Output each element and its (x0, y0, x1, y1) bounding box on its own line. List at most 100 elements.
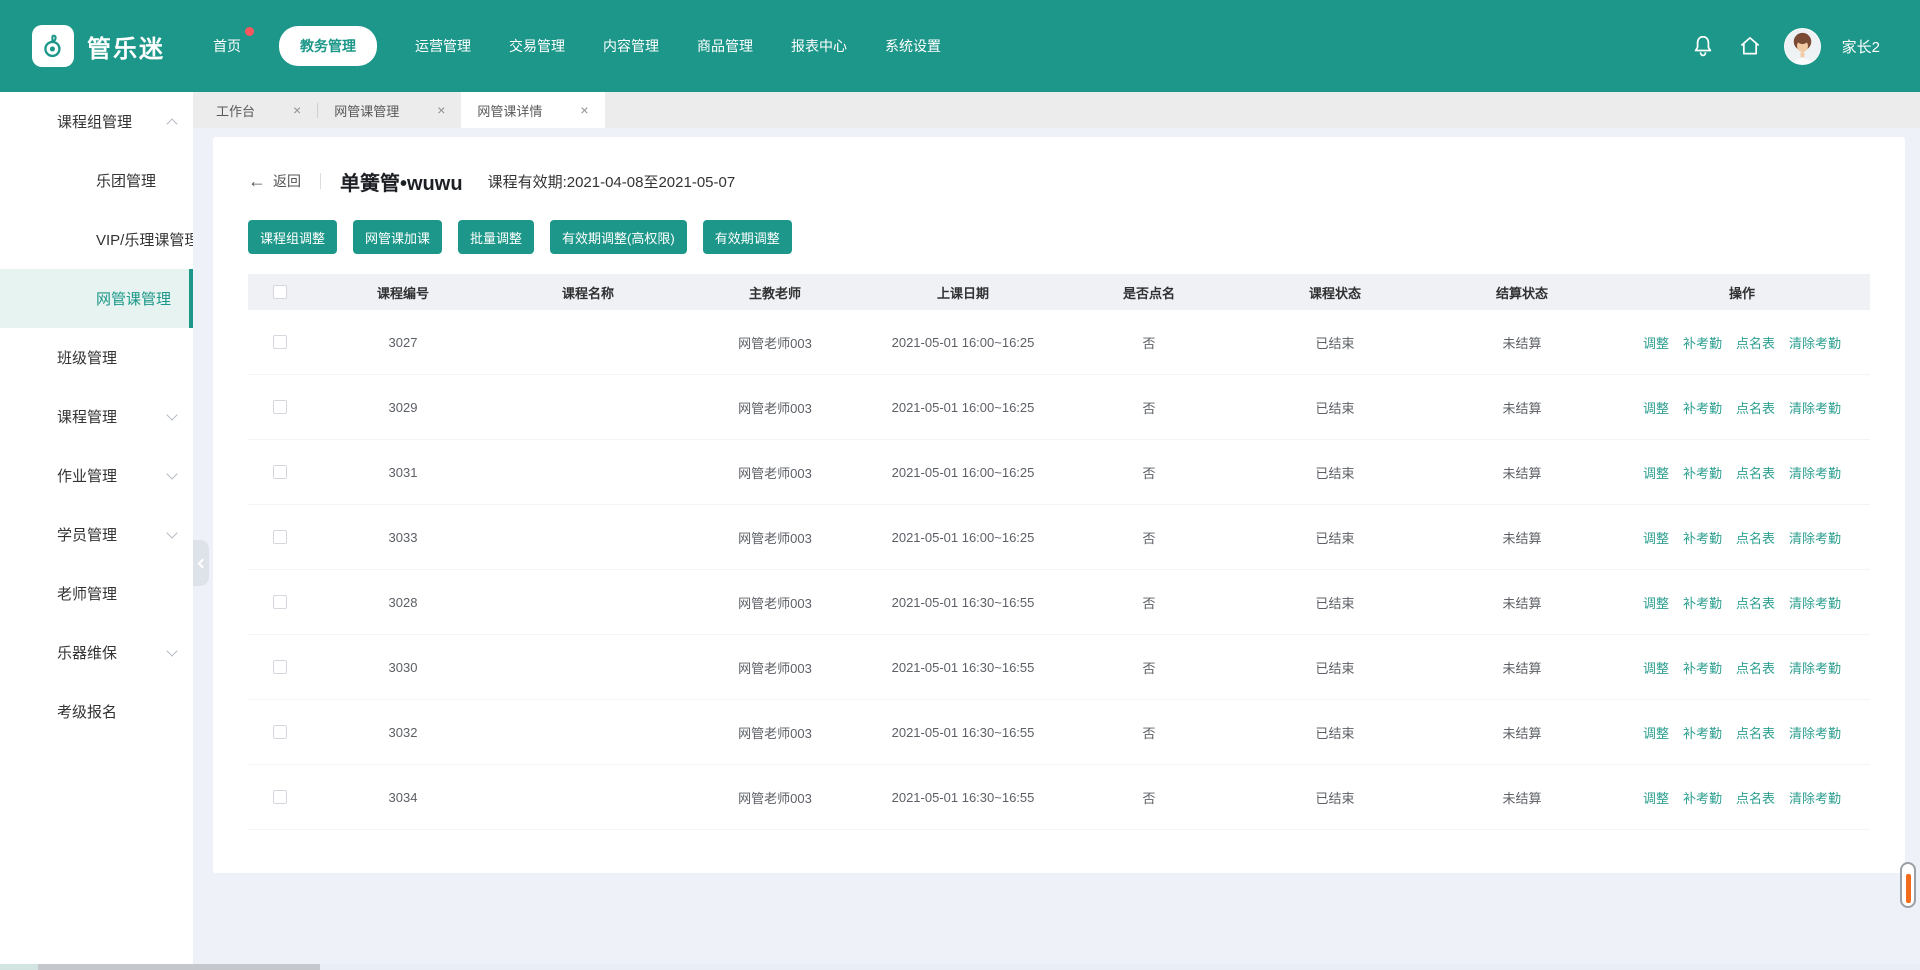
batch-adjust-button[interactable]: 批量调整 (458, 220, 534, 254)
sidebar-item-vip-theory-course-management[interactable]: VIP/乐理课管理 (0, 210, 193, 269)
tab-online-course-management[interactable]: 网管课管理× (318, 92, 461, 128)
sidebar-item-class-management[interactable]: 班级管理 (0, 328, 193, 387)
action-clear-attendance[interactable]: 清除考勤 (1789, 658, 1841, 677)
cell-rollcall: 否 (1058, 333, 1240, 352)
row-checkbox[interactable] (273, 660, 287, 674)
tab-workbench[interactable]: 工作台× (200, 92, 317, 128)
cell-date: 2021-05-01 16:30~16:55 (868, 790, 1058, 805)
tab-online-course-detail[interactable]: 网管课详情× (461, 92, 604, 128)
action-makeup-attendance[interactable]: 补考勤 (1683, 788, 1722, 807)
table-row: 3032网管老师0032021-05-01 16:30~16:55否已结束未结算… (248, 700, 1870, 765)
home-icon[interactable] (1737, 33, 1763, 59)
action-rollcall-sheet[interactable]: 点名表 (1736, 528, 1775, 547)
card-header: ← 返回 单簧管•wuwu 课程有效期:2021-04-08至2021-05-0… (248, 167, 1870, 195)
row-checkbox[interactable] (273, 595, 287, 609)
action-makeup-attendance[interactable]: 补考勤 (1683, 593, 1722, 612)
action-rollcall-sheet[interactable]: 点名表 (1736, 658, 1775, 677)
course-group-adjust-button[interactable]: 课程组调整 (248, 220, 337, 254)
action-makeup-attendance[interactable]: 补考勤 (1683, 333, 1722, 352)
bell-icon[interactable] (1690, 33, 1716, 59)
action-adjust[interactable]: 调整 (1643, 658, 1669, 677)
tab-bar: 工作台×网管课管理×网管课详情× (193, 92, 1920, 128)
vertical-scrollbar-thumb[interactable] (1900, 862, 1916, 908)
horizontal-scrollbar[interactable] (0, 964, 1920, 970)
action-adjust[interactable]: 调整 (1643, 528, 1669, 547)
action-clear-attendance[interactable]: 清除考勤 (1789, 593, 1841, 612)
nav-item-operation-management[interactable]: 运营管理 (415, 27, 471, 65)
action-adjust[interactable]: 调整 (1643, 723, 1669, 742)
action-rollcall-sheet[interactable]: 点名表 (1736, 398, 1775, 417)
sidebar-item-online-course-management[interactable]: 网管课管理 (0, 269, 193, 328)
action-adjust[interactable]: 调整 (1643, 593, 1669, 612)
action-makeup-attendance[interactable]: 补考勤 (1683, 528, 1722, 547)
action-clear-attendance[interactable]: 清除考勤 (1789, 788, 1841, 807)
brand-logo[interactable] (32, 25, 74, 67)
sidebar-item-band-management[interactable]: 乐团管理 (0, 151, 193, 210)
cell-status: 已结束 (1240, 333, 1430, 352)
cell-rollcall: 否 (1058, 788, 1240, 807)
cell-actions: 调整补考勤点名表清除考勤 (1614, 333, 1870, 352)
cell-settlement: 未结算 (1430, 528, 1614, 547)
action-adjust[interactable]: 调整 (1643, 333, 1669, 352)
select-all-checkbox[interactable] (273, 285, 287, 299)
nav-item-content-management[interactable]: 内容管理 (603, 27, 659, 65)
chevron-left-icon (197, 558, 207, 568)
action-rollcall-sheet[interactable]: 点名表 (1736, 463, 1775, 482)
action-makeup-attendance[interactable]: 补考勤 (1683, 723, 1722, 742)
sidebar-collapse-handle[interactable] (193, 540, 209, 586)
action-makeup-attendance[interactable]: 补考勤 (1683, 463, 1722, 482)
cell-teacher: 网管老师003 (682, 658, 868, 677)
sidebar-item-course-group-management[interactable]: 课程组管理 (0, 92, 193, 151)
action-clear-attendance[interactable]: 清除考勤 (1789, 723, 1841, 742)
row-checkbox[interactable] (273, 465, 287, 479)
row-checkbox[interactable] (273, 725, 287, 739)
sidebar-item-course-management[interactable]: 课程管理 (0, 387, 193, 446)
row-checkbox[interactable] (273, 530, 287, 544)
back-button[interactable]: ← 返回 (248, 171, 301, 191)
cell-date: 2021-05-01 16:00~16:25 (868, 530, 1058, 545)
action-makeup-attendance[interactable]: 补考勤 (1683, 398, 1722, 417)
sidebar-item-instrument-maintenance[interactable]: 乐器维保 (0, 623, 193, 682)
tab-close-icon[interactable]: × (437, 103, 445, 117)
nav-item-home[interactable]: 首页 (213, 27, 241, 65)
nav-item-report-center[interactable]: 报表中心 (791, 27, 847, 65)
validity-adjust-button[interactable]: 有效期调整 (703, 220, 792, 254)
action-makeup-attendance[interactable]: 补考勤 (1683, 658, 1722, 677)
action-clear-attendance[interactable]: 清除考勤 (1789, 528, 1841, 547)
action-clear-attendance[interactable]: 清除考勤 (1789, 333, 1841, 352)
row-checkbox[interactable] (273, 400, 287, 414)
chevron-down-icon (166, 468, 177, 479)
action-adjust[interactable]: 调整 (1643, 463, 1669, 482)
add-online-course-button[interactable]: 网管课加课 (353, 220, 442, 254)
action-rollcall-sheet[interactable]: 点名表 (1736, 593, 1775, 612)
action-adjust[interactable]: 调整 (1643, 788, 1669, 807)
action-clear-attendance[interactable]: 清除考勤 (1789, 398, 1841, 417)
top-navbar: 管乐迷 首页教务管理运营管理交易管理内容管理商品管理报表中心系统设置 (0, 0, 1920, 92)
nav-item-goods-management[interactable]: 商品管理 (697, 27, 753, 65)
tab-close-icon[interactable]: × (580, 103, 588, 117)
sidebar-item-homework-management[interactable]: 作业管理 (0, 446, 193, 505)
sidebar-item-exam-registration[interactable]: 考级报名 (0, 682, 193, 741)
tab-close-icon[interactable]: × (293, 103, 301, 117)
nav-item-system-settings[interactable]: 系统设置 (885, 27, 941, 65)
nav-item-edu-management[interactable]: 教务管理 (279, 26, 377, 66)
validity-adjust-high-permission-button[interactable]: 有效期调整(高权限) (550, 220, 687, 254)
row-checkbox[interactable] (273, 335, 287, 349)
action-clear-attendance[interactable]: 清除考勤 (1789, 463, 1841, 482)
sidebar-item-teacher-management[interactable]: 老师管理 (0, 564, 193, 623)
horizontal-scrollbar-thumb[interactable] (38, 964, 320, 970)
sidebar-item-label: 学员管理 (57, 524, 117, 545)
cell-teacher: 网管老师003 (682, 463, 868, 482)
cell-date: 2021-05-01 16:00~16:25 (868, 465, 1058, 480)
row-checkbox[interactable] (273, 790, 287, 804)
action-rollcall-sheet[interactable]: 点名表 (1736, 723, 1775, 742)
user-name[interactable]: 家长2 (1842, 36, 1880, 57)
sidebar-item-student-management[interactable]: 学员管理 (0, 505, 193, 564)
cell-status: 已结束 (1240, 463, 1430, 482)
action-rollcall-sheet[interactable]: 点名表 (1736, 333, 1775, 352)
action-adjust[interactable]: 调整 (1643, 398, 1669, 417)
nav-item-trade-management[interactable]: 交易管理 (509, 27, 565, 65)
avatar[interactable] (1784, 28, 1821, 65)
table-row: 3034网管老师0032021-05-01 16:30~16:55否已结束未结算… (248, 765, 1870, 830)
action-rollcall-sheet[interactable]: 点名表 (1736, 788, 1775, 807)
